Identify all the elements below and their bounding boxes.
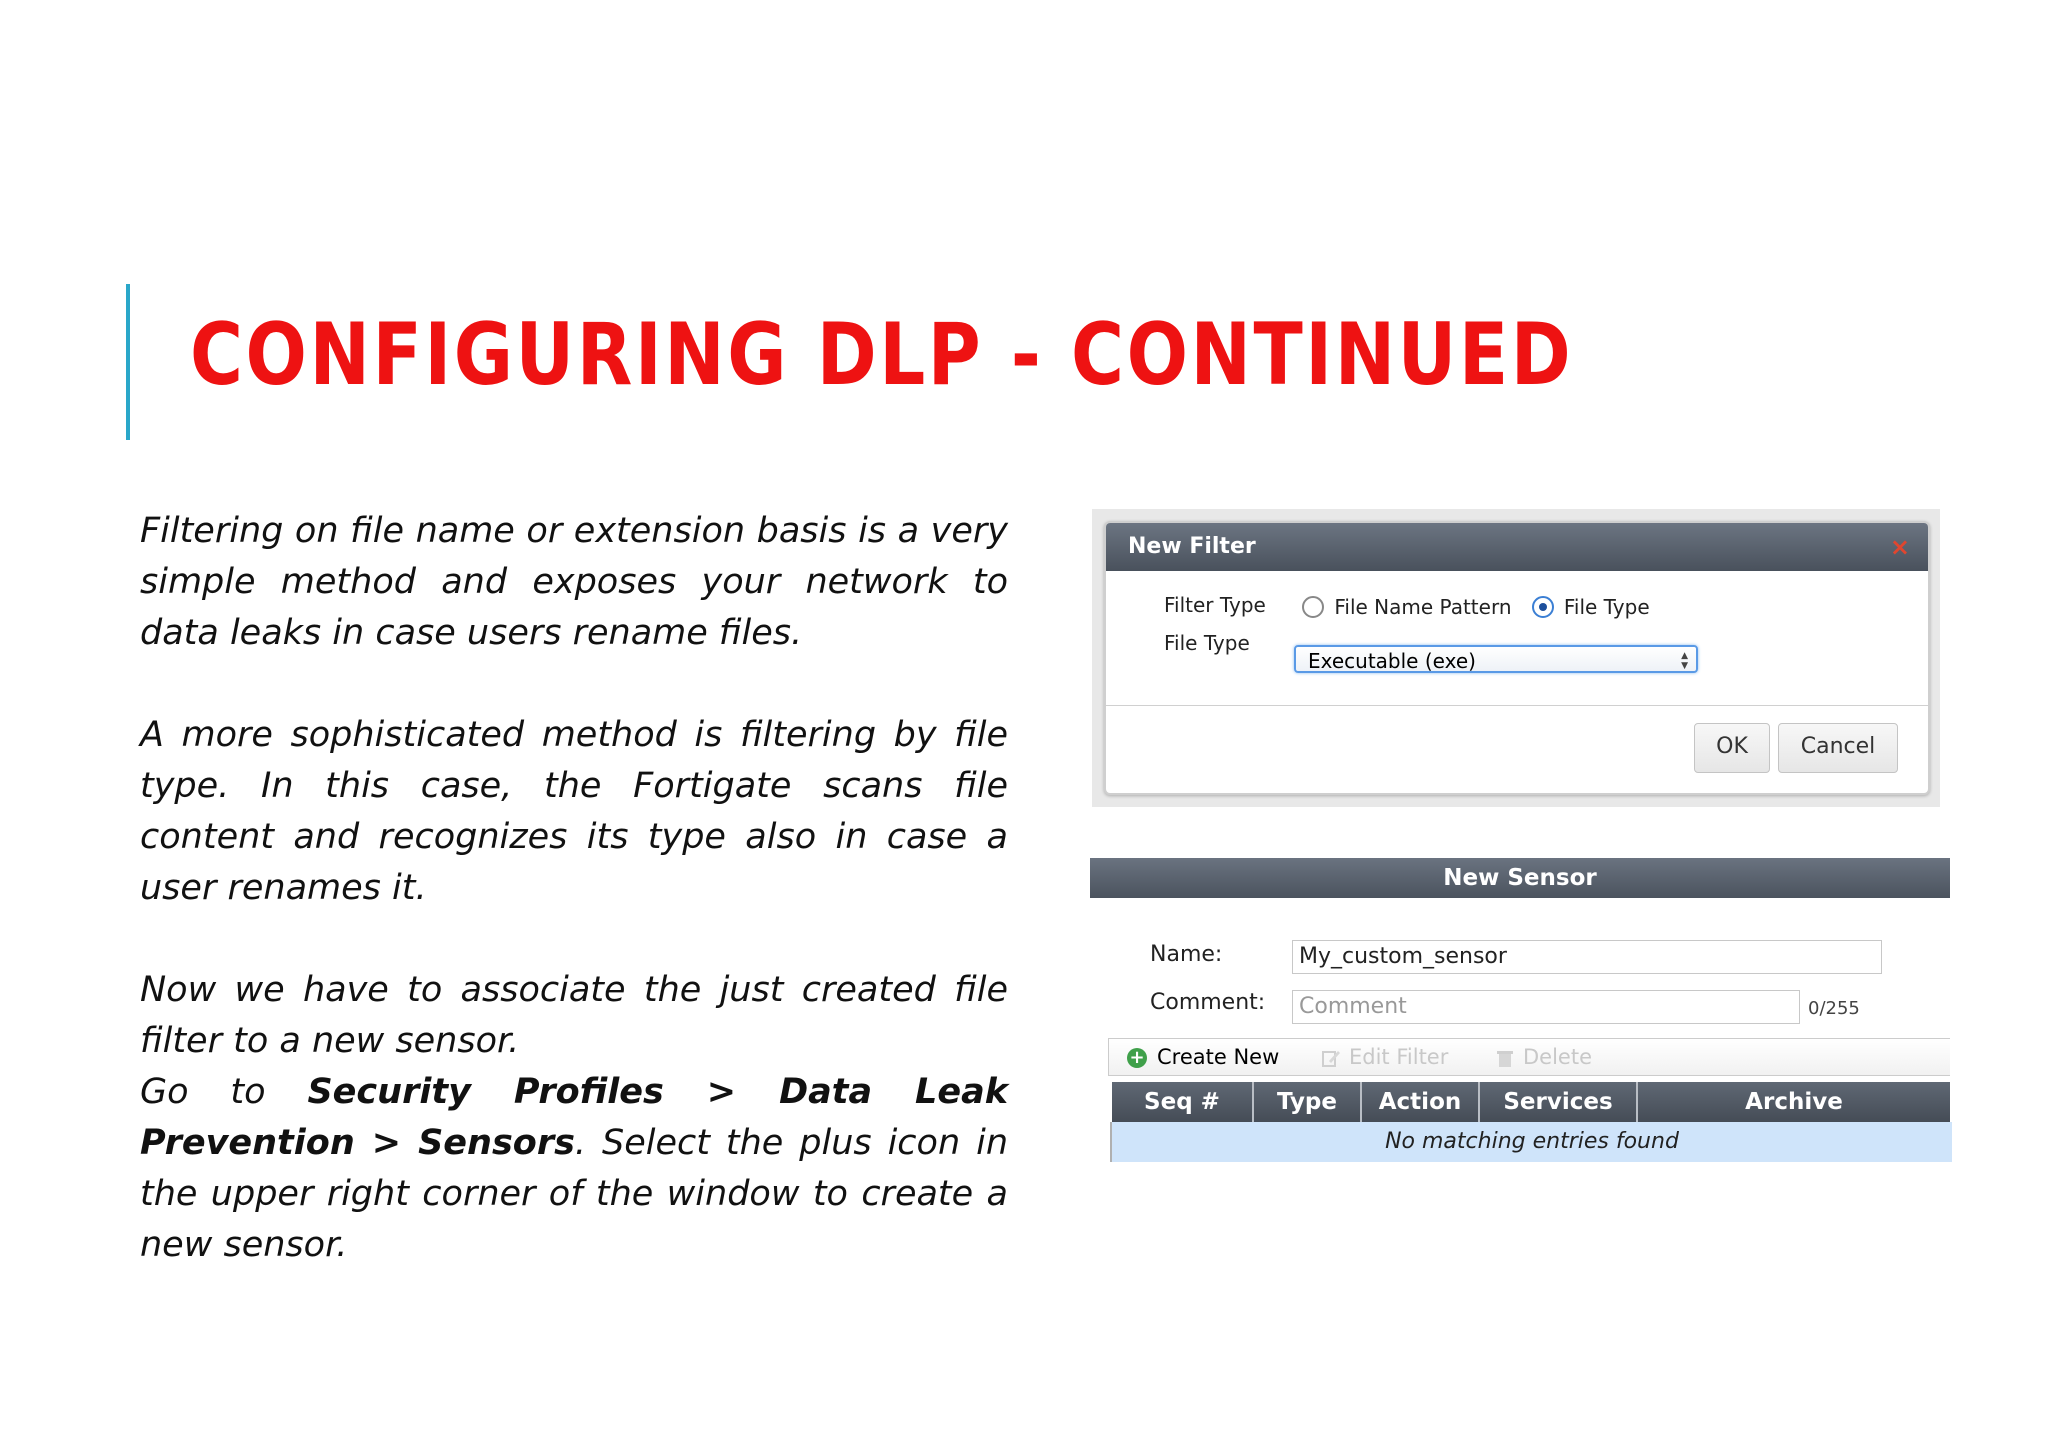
new-filter-screenshot: New Filter × Filter Type File Name Patte… [1092, 509, 1940, 807]
create-new-label: Create New [1157, 1045, 1280, 1069]
column-action[interactable]: Action [1362, 1082, 1480, 1122]
dialog-divider [1106, 705, 1928, 706]
title-accent-bar [126, 284, 130, 440]
radio-file-type[interactable] [1531, 595, 1554, 618]
filter-type-label: Filter Type [1164, 593, 1266, 617]
filter-type-row: Filter Type File Name Pattern File Type [1164, 593, 1664, 619]
close-icon[interactable]: × [1890, 523, 1910, 571]
paragraph-associate-sensor: Now we have to associate the just create… [140, 970, 1008, 1061]
ok-button[interactable]: OK [1694, 723, 1770, 773]
paragraph-filename-filtering: Filtering on file name or extension basi… [140, 511, 1008, 653]
comment-counter: 0/255 [1808, 998, 1860, 1019]
column-services[interactable]: Services [1480, 1082, 1638, 1122]
delete-label: Delete [1523, 1045, 1592, 1069]
file-type-select[interactable]: Executable (exe) ▲ ▼ [1294, 645, 1698, 673]
create-new-button[interactable]: + Create New [1127, 1045, 1279, 1069]
nav-separator: > [663, 1072, 780, 1112]
column-type[interactable]: Type [1254, 1082, 1362, 1122]
select-arrows-icon: ▲ ▼ [1681, 651, 1688, 671]
radio-label-file-type[interactable]: File Type [1564, 595, 1650, 619]
delete-button[interactable]: Delete [1495, 1045, 1592, 1069]
slide-body: Filtering on file name or extension basi… [140, 506, 1008, 1271]
sensor-toolbar: + Create New Edit Filter Delete [1108, 1038, 1950, 1076]
nav-separator: > [354, 1123, 419, 1163]
edit-filter-button[interactable]: Edit Filter [1321, 1045, 1448, 1069]
file-type-label: File Type [1164, 631, 1250, 655]
radio-label-file-name-pattern[interactable]: File Name Pattern [1334, 595, 1511, 619]
plus-icon: + [1127, 1048, 1147, 1068]
nav-go-to: Go to [140, 1072, 308, 1112]
paragraph-filetype-filtering: A more sophisticated method is filtering… [140, 715, 1008, 908]
file-type-select-value: Executable (exe) [1308, 649, 1476, 673]
slide-title: CONFIGURING DLP - CONTINUED [190, 305, 1574, 405]
file-type-row: File Type [1164, 631, 1296, 655]
radio-file-name-pattern[interactable] [1302, 595, 1325, 618]
new-sensor-screenshot: New Sensor Name: My_custom_sensor Commen… [1090, 858, 1952, 1168]
edit-icon [1322, 1051, 1340, 1067]
name-label: Name: [1150, 942, 1223, 967]
cancel-button[interactable]: Cancel [1778, 723, 1898, 773]
nav-sensors: Sensors [418, 1123, 575, 1163]
dialog-title: New Filter [1128, 534, 1256, 559]
filters-table-header: Seq # Type Action Services Archive [1112, 1082, 1950, 1122]
comment-label: Comment: [1150, 990, 1266, 1015]
edit-filter-label: Edit Filter [1349, 1045, 1449, 1069]
new-filter-dialog: New Filter × Filter Type File Name Patte… [1104, 521, 1930, 795]
column-seq[interactable]: Seq # [1112, 1082, 1254, 1122]
name-input[interactable]: My_custom_sensor [1292, 940, 1882, 974]
column-archive[interactable]: Archive [1638, 1082, 1950, 1122]
paragraph-navigation: Go to Security Profiles > Data Leak Prev… [140, 1067, 1008, 1271]
trash-icon [1497, 1051, 1513, 1067]
sensor-header: New Sensor [1090, 858, 1950, 898]
dialog-titlebar: New Filter × [1106, 523, 1928, 571]
nav-security-profiles: Security Profiles [307, 1072, 664, 1112]
comment-input[interactable]: Comment [1292, 990, 1800, 1024]
empty-table-message: No matching entries found [1110, 1122, 1952, 1162]
